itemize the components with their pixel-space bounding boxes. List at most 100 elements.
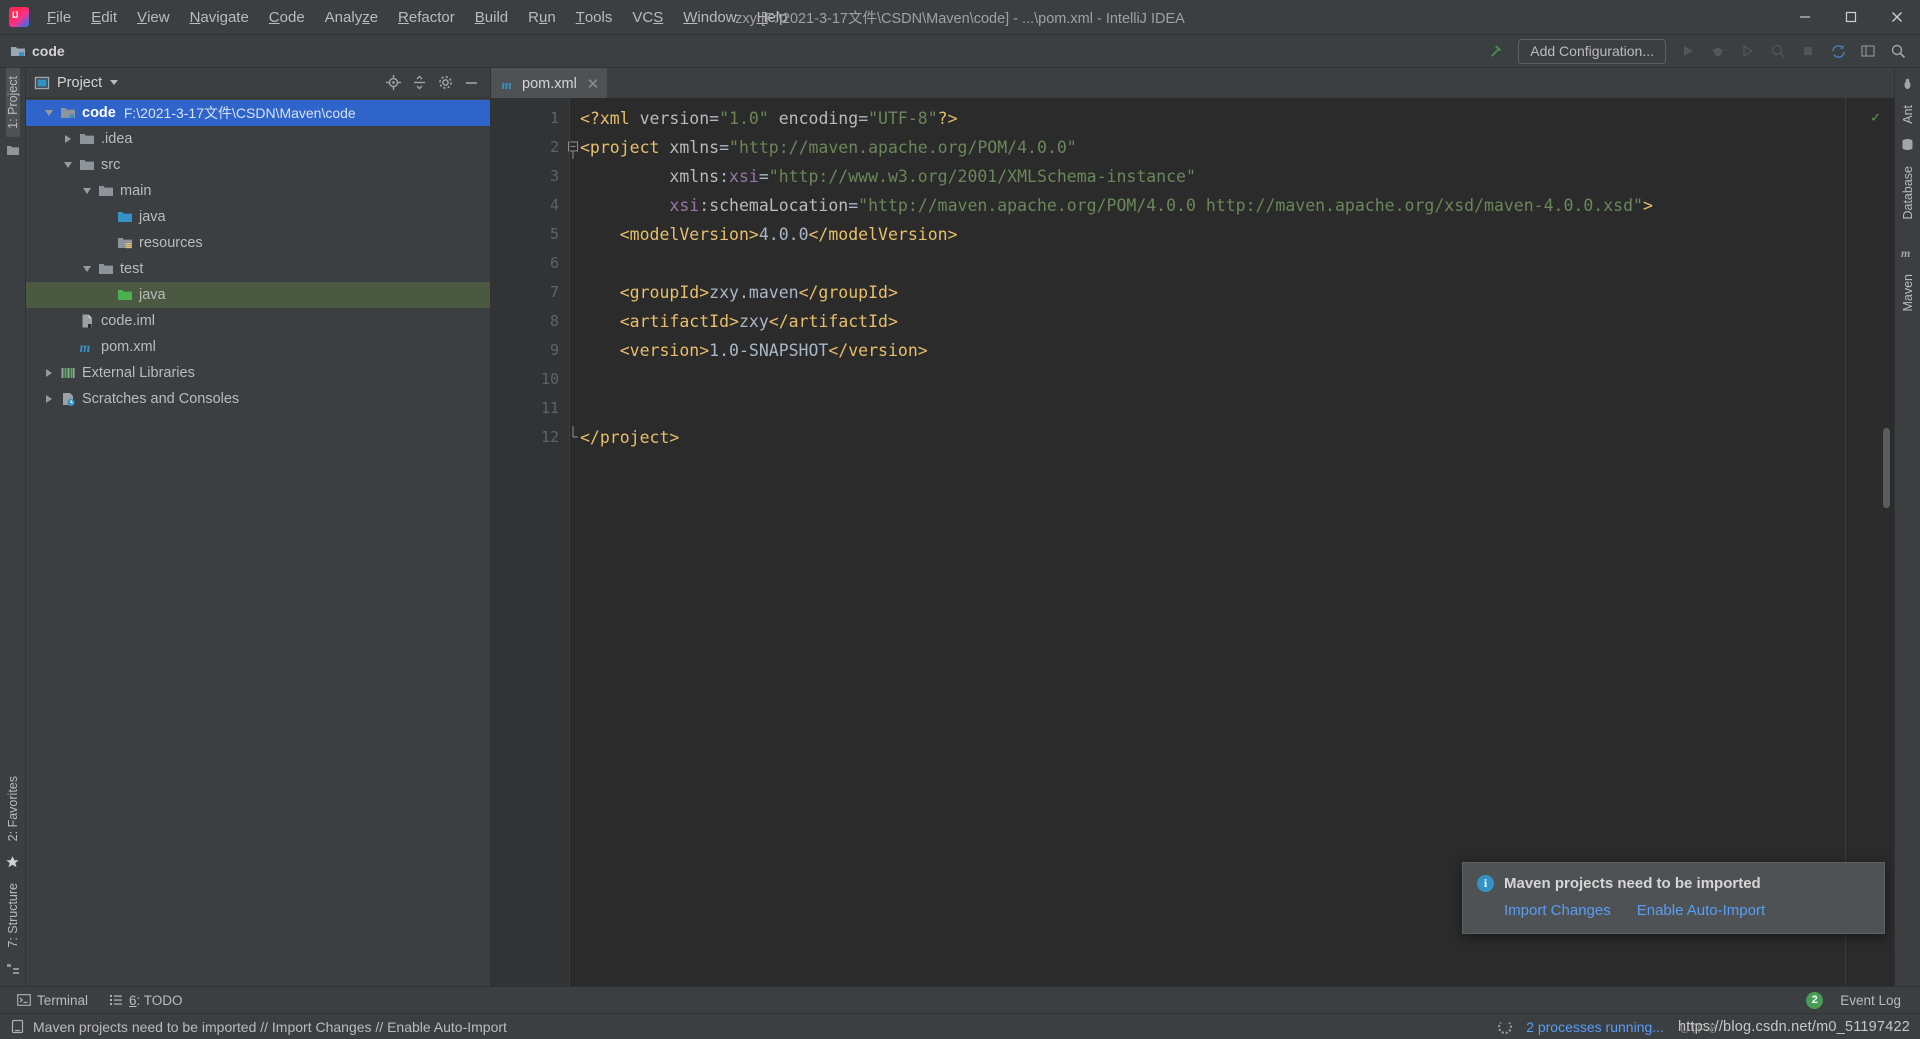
tree-node-java[interactable]: java [26, 204, 490, 230]
minimize-button[interactable] [1782, 0, 1828, 34]
menu-item-window[interactable]: Window [673, 0, 746, 34]
tool-window-terminal[interactable]: Terminal [8, 990, 97, 1011]
code-token: encoding [778, 109, 859, 128]
tree-node-pom-xml[interactable]: m pom.xml [26, 334, 490, 360]
tree-node-label: pom.xml [101, 339, 156, 355]
gear-settings-icon[interactable] [433, 72, 457, 94]
folder-icon [96, 261, 116, 277]
menu-item-analyze[interactable]: Analy z e [315, 0, 388, 34]
sidebar-item-maven[interactable]: Maven [1901, 266, 1915, 320]
line-number[interactable]: 6 [491, 249, 569, 278]
main-menu: File Edit View Navigate Code Analy z e Refactor B… [37, 0, 797, 34]
enable-auto-import-link[interactable]: Enable Auto-Import [1637, 902, 1765, 919]
collapse-all-icon[interactable] [407, 72, 431, 94]
hammer-build-icon[interactable] [1482, 38, 1510, 64]
notification-title: Maven projects need to be imported [1504, 875, 1761, 892]
editor-tab-pom-xml[interactable]: m pom.xml ✕ [491, 68, 608, 98]
maximize-button[interactable] [1828, 0, 1874, 34]
sidebar-item-structure[interactable]: 7: Structure [6, 875, 20, 956]
menu-mnemonic: H [756, 8, 768, 26]
menu-item-build[interactable]: Build [465, 0, 518, 34]
code-content[interactable]: ✓ <?xml version="1.0" encoding="UTF-8"?>… [569, 98, 1894, 986]
hide-minimize-icon[interactable] [459, 72, 483, 94]
sidebar-item-database[interactable]: Database [1901, 158, 1915, 228]
breadcrumb[interactable]: code [10, 43, 65, 59]
editor-pane: m pom.xml ✕ 1 2 3 4 5 6 7 8 9 10 11 12 ✓ <?xml vers… [491, 68, 1894, 986]
line-number[interactable]: 7 [491, 278, 569, 307]
menu-item-tools[interactable]: Tools [566, 0, 623, 34]
stop-icon[interactable] [1794, 38, 1822, 64]
run-icon[interactable] [1674, 38, 1702, 64]
tree-node--idea[interactable]: .idea [26, 126, 490, 152]
structure-tab-label: 7: Structure [5, 883, 20, 948]
menu-item-file[interactable]: File [37, 0, 81, 34]
chevron-down-icon[interactable] [110, 80, 119, 85]
git-update-icon[interactable] [1824, 38, 1852, 64]
locate-target-icon[interactable] [381, 72, 405, 94]
tree-node-main[interactable]: main [26, 178, 490, 204]
intellij-logo-icon [9, 7, 29, 27]
tool-window-event-log[interactable]: Event Log [1831, 990, 1910, 1011]
sidebar-item-favorites[interactable]: 2: Favorites [6, 768, 20, 849]
run-with-coverage-icon[interactable] [1734, 38, 1762, 64]
line-number[interactable]: 3 [491, 162, 569, 191]
notification-balloon-icon[interactable] [10, 1019, 25, 1034]
menu-item-run[interactable]: Run [518, 0, 566, 34]
menu-item-help[interactable]: Help [747, 0, 798, 34]
import-changes-link[interactable]: Import Changes [1504, 902, 1611, 919]
close-icon[interactable]: ✕ [587, 77, 600, 92]
tree-node-src[interactable]: src [26, 152, 490, 178]
line-number[interactable]: 9 [491, 336, 569, 365]
menu-item-vcs[interactable]: VC S [622, 0, 673, 34]
tree-node-scratches-and-consoles[interactable]: Scratches and Consoles [26, 386, 490, 412]
layout-icon[interactable] [1854, 38, 1882, 64]
line-number[interactable]: 10 [491, 365, 569, 394]
debug-icon[interactable] [1704, 38, 1732, 64]
line-number[interactable]: 4 [491, 191, 569, 220]
processes-running-link[interactable]: 2 processes running... [1526, 1019, 1664, 1035]
tree-node-test[interactable]: test [26, 256, 490, 282]
tree-node-label: Scratches and Consoles [82, 391, 240, 407]
editor-scrollbar-thumb[interactable] [1883, 428, 1890, 508]
chevron-down-icon[interactable] [78, 266, 96, 272]
code-token: = [858, 109, 869, 128]
code-token: version [639, 109, 710, 128]
add-configuration-button[interactable]: Add Configuration... [1518, 38, 1666, 64]
inspection-ok-icon[interactable]: ✓ [1871, 108, 1880, 126]
tree-node-code[interactable]: code F:\2021-3-17文件\CSDN\Maven\code [26, 100, 490, 126]
chevron-down-icon[interactable] [78, 188, 96, 194]
search-everywhere-icon[interactable] [1884, 38, 1912, 64]
tree-node-resources[interactable]: resources [26, 230, 490, 256]
tool-window-todo[interactable]: 6: TODO [100, 990, 192, 1011]
chevron-right-icon[interactable] [40, 395, 58, 403]
tree-node-code-iml[interactable]: code.iml [26, 308, 490, 334]
tree-node-java[interactable]: java [26, 282, 490, 308]
chevron-down-icon[interactable] [59, 162, 77, 168]
profile-icon[interactable] [1764, 38, 1792, 64]
line-number[interactable]: 1 [491, 104, 569, 133]
sidebar-item-project[interactable]: 1: Project [5, 68, 20, 137]
tree-node-label: src [101, 157, 121, 173]
menu-item-navigate[interactable]: Navigate [180, 0, 259, 34]
line-number[interactable]: 12 [491, 423, 578, 452]
menu-item-code[interactable]: Code [259, 0, 315, 34]
line-number[interactable]: 5 [491, 220, 569, 249]
menu-item-refactor[interactable]: Refactor [388, 0, 465, 34]
menu-item-edit[interactable]: Edit [81, 0, 127, 34]
line-number[interactable]: 2 [491, 133, 578, 162]
sidebar-item-ant[interactable]: Ant [1901, 97, 1915, 132]
close-button[interactable] [1874, 0, 1920, 34]
chevron-right-icon[interactable] [40, 369, 58, 377]
menu-item-view[interactable]: View [127, 0, 180, 34]
chevron-right-icon[interactable] [59, 135, 77, 143]
line-number[interactable]: 8 [491, 307, 569, 336]
chevron-down-icon[interactable] [40, 110, 58, 116]
line-number[interactable]: 11 [491, 394, 569, 423]
status-message[interactable]: Maven projects need to be imported // Im… [33, 1019, 507, 1035]
notification-title-row: i Maven projects need to be imported [1477, 875, 1870, 892]
right-tool-window-strip: Ant Database m Maven [1894, 68, 1920, 986]
tree-node-external-libraries[interactable]: External Libraries [26, 360, 490, 386]
